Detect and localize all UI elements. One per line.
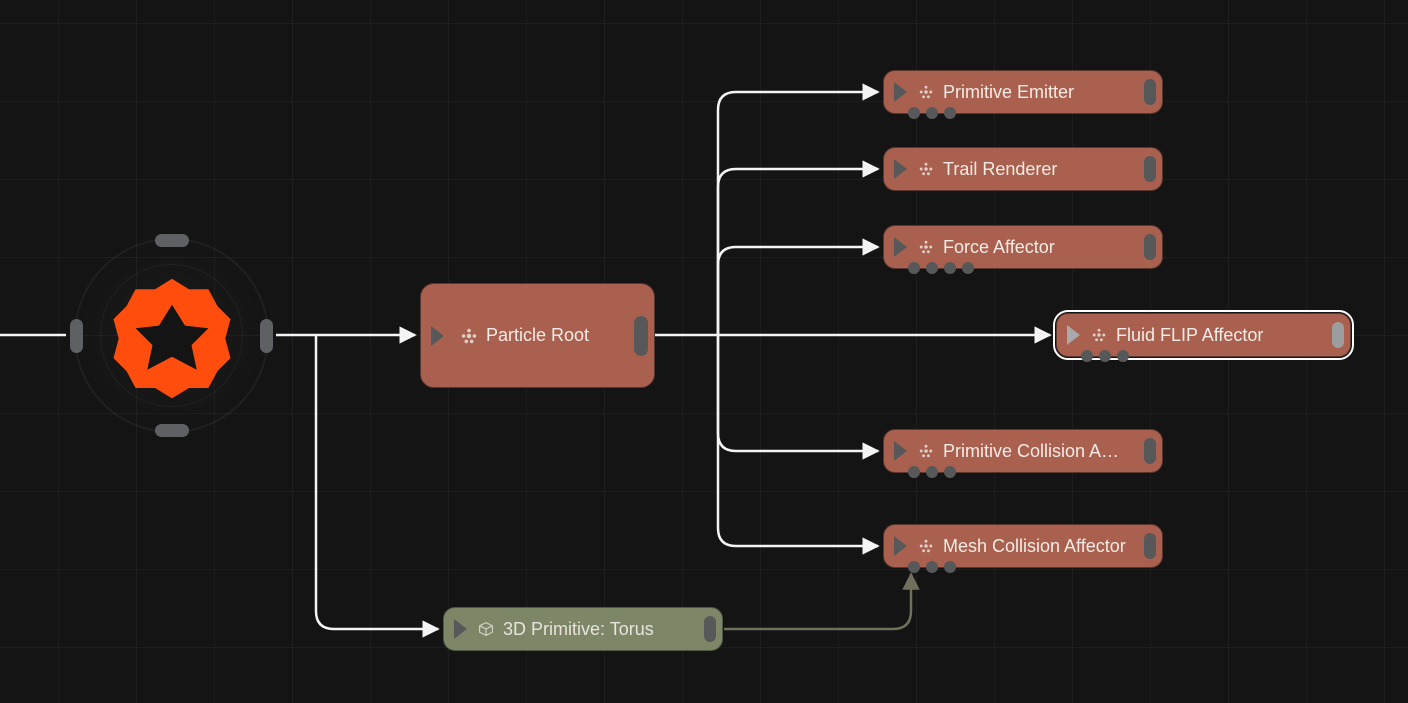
- input-port[interactable]: [894, 441, 907, 461]
- node-label: Primitive Collision Aff...: [943, 441, 1123, 462]
- root-port-right[interactable]: [260, 319, 273, 353]
- node-trail-renderer[interactable]: Trail Renderer: [883, 147, 1163, 191]
- particles-icon: [460, 327, 478, 345]
- particles-icon: [917, 442, 935, 460]
- root-logo-icon: [107, 271, 237, 401]
- particles-icon: [917, 537, 935, 555]
- sub-ports[interactable]: [908, 262, 974, 274]
- node-particle-root[interactable]: Particle Root: [420, 283, 655, 388]
- node-label: Primitive Emitter: [943, 82, 1074, 103]
- node-mesh-collision-affector[interactable]: Mesh Collision Affector: [883, 524, 1163, 568]
- node-label: Mesh Collision Affector: [943, 536, 1126, 557]
- node-label: 3D Primitive: Torus: [503, 619, 654, 640]
- output-port[interactable]: [1332, 322, 1344, 348]
- node-label: Trail Renderer: [943, 159, 1057, 180]
- output-port[interactable]: [1144, 533, 1156, 559]
- sub-ports[interactable]: [908, 466, 956, 478]
- input-port[interactable]: [894, 82, 907, 102]
- input-port[interactable]: [894, 159, 907, 179]
- output-port[interactable]: [704, 616, 716, 642]
- root-port-top[interactable]: [155, 234, 189, 247]
- particles-icon: [1090, 326, 1108, 344]
- input-port[interactable]: [431, 326, 444, 346]
- input-port[interactable]: [1067, 325, 1080, 345]
- input-port[interactable]: [894, 536, 907, 556]
- output-port[interactable]: [634, 316, 648, 356]
- sub-ports[interactable]: [908, 107, 956, 119]
- output-port[interactable]: [1144, 438, 1156, 464]
- particles-icon: [917, 238, 935, 256]
- particles-icon: [917, 160, 935, 178]
- cube-icon: [477, 620, 495, 638]
- node-force-affector[interactable]: Force Affector: [883, 225, 1163, 269]
- output-port[interactable]: [1144, 79, 1156, 105]
- node-label: Fluid FLIP Affector: [1116, 325, 1263, 346]
- scene-root-node[interactable]: [74, 238, 269, 433]
- node-primitive-emitter[interactable]: Primitive Emitter: [883, 70, 1163, 114]
- node-3d-primitive-torus[interactable]: 3D Primitive: Torus: [443, 607, 723, 651]
- sub-ports[interactable]: [908, 561, 956, 573]
- root-port-bottom[interactable]: [155, 424, 189, 437]
- sub-ports[interactable]: [1081, 350, 1129, 362]
- particles-icon: [917, 83, 935, 101]
- root-port-left[interactable]: [70, 319, 83, 353]
- output-port[interactable]: [1144, 234, 1156, 260]
- input-port[interactable]: [454, 619, 467, 639]
- input-port[interactable]: [894, 237, 907, 257]
- node-label: Particle Root: [486, 325, 589, 346]
- node-label: Force Affector: [943, 237, 1055, 258]
- node-fluid-flip-affector[interactable]: Fluid FLIP Affector: [1056, 313, 1351, 357]
- node-primitive-collision-affector[interactable]: Primitive Collision Aff...: [883, 429, 1163, 473]
- output-port[interactable]: [1144, 156, 1156, 182]
